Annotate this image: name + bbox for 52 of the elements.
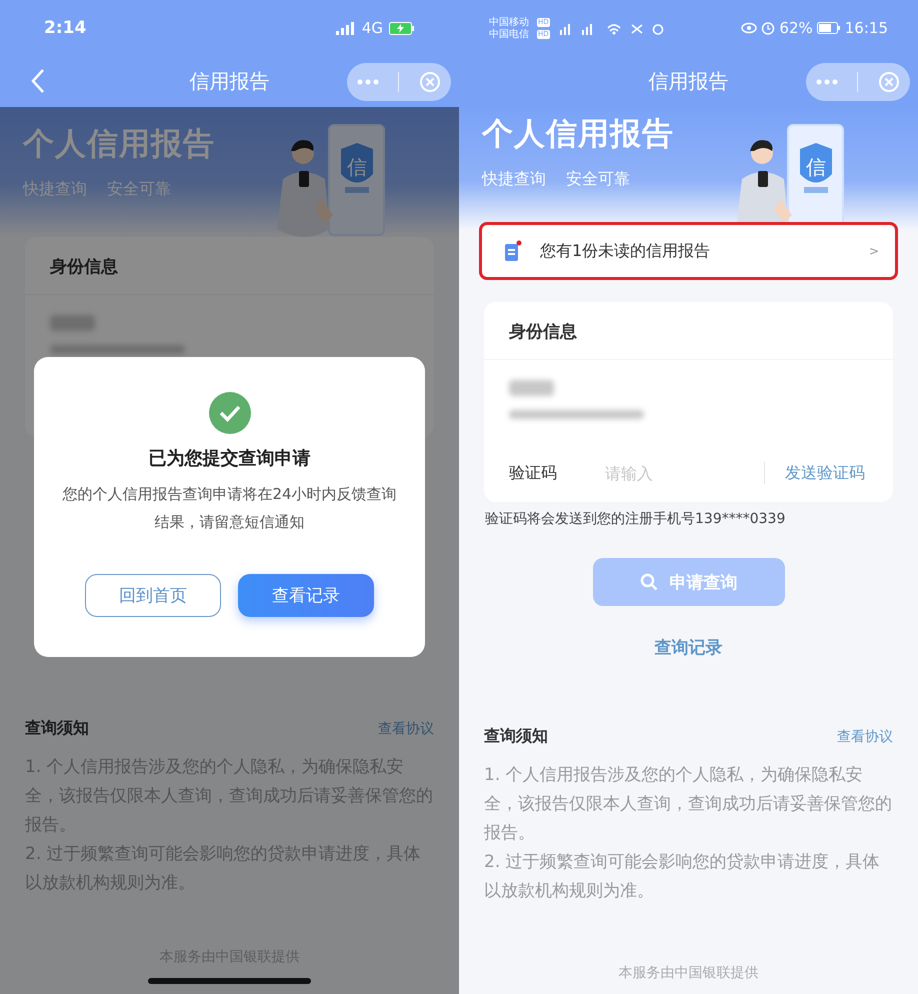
code-input[interactable]: 请输入: [603, 462, 764, 484]
field-label: 验证码: [509, 462, 558, 484]
footer-text: 本服务由中国银联提供: [618, 964, 758, 982]
chevron: >: [868, 244, 879, 258]
status-icon: [652, 22, 664, 34]
dialog-message: 您的个人信用报告查询申请将在24小时内反馈查询结果，请留意短信通知: [61, 484, 398, 533]
document-icon: [504, 240, 522, 262]
section-title: 查询须知: [484, 726, 548, 747]
hero-subtitle: 安全可靠: [566, 169, 630, 190]
page-title: 信用报告: [648, 68, 728, 95]
clock-time: 16:15: [844, 19, 888, 37]
clock-time: 2:14: [44, 18, 86, 38]
section-title: 查询须知: [25, 718, 89, 739]
hero-subtitle: 快捷查询: [23, 179, 87, 200]
agreement-link[interactable]: 查看协议: [378, 720, 434, 738]
card-title: 身份信息: [25, 237, 434, 295]
hero-subtitle: 快捷查询: [482, 169, 546, 190]
view-records-button[interactable]: 查看记录: [238, 574, 374, 617]
blurred-name: [509, 380, 554, 396]
agreement-link[interactable]: 查看协议: [837, 728, 893, 746]
close-button[interactable]: [878, 71, 900, 93]
alarm-icon: [761, 21, 776, 35]
query-records-link[interactable]: 查询记录: [654, 638, 722, 658]
network-type: 4G: [362, 19, 383, 37]
search-icon: [640, 573, 658, 591]
notice-paragraph: 2. 过于频繁查询可能会影响您的贷款申请进度，具体以放款机构规则为准。: [484, 851, 881, 903]
hint-text: 验证码将会发送到您的注册手机号139****0339: [485, 510, 786, 528]
battery-icon: [816, 22, 841, 34]
eye-icon: [741, 22, 758, 34]
carrier-name: 中国电信: [489, 28, 529, 40]
banner-text: 您有1份未读的信用报告: [540, 240, 712, 262]
more-button[interactable]: [816, 79, 838, 85]
hero-subtitle: 安全可靠: [107, 179, 171, 200]
notice-paragraph: 1. 个人信用报告涉及您的个人隐私，为确保隐私安全，该报告仅限本人查询，查询成功后请妥善保管您的报告。: [484, 764, 893, 845]
unread-report-banner[interactable]: 您有1份未读的信用报告 >: [479, 222, 898, 280]
page-title: 信用报告: [190, 68, 270, 95]
wifi-icon: [606, 22, 622, 34]
more-button[interactable]: [356, 79, 379, 85]
dialog-title: 已为您提交查询申请: [148, 447, 310, 470]
blurred-name: [50, 315, 95, 331]
close-button[interactable]: [419, 71, 442, 93]
hero-title: 个人信用报告: [23, 125, 215, 164]
card-title: 身份信息: [484, 302, 893, 360]
home-button[interactable]: 回到首页: [85, 574, 221, 617]
battery-charging-icon: [389, 22, 415, 34]
success-check-icon: [208, 392, 250, 434]
hero-title: 个人信用报告: [482, 115, 674, 154]
battery-percent: 62%: [779, 19, 813, 37]
send-code-link[interactable]: 发送验证码: [785, 462, 865, 484]
carrier-name: 中国移动: [489, 16, 529, 28]
signal-icon: [336, 22, 356, 34]
status-icon: [630, 22, 644, 34]
